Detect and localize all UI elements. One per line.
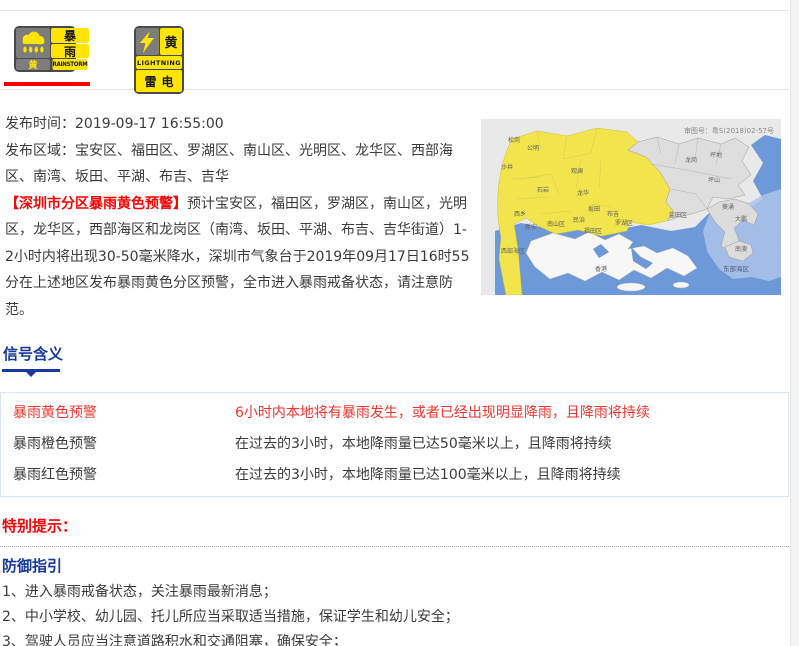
map-label: 松岗	[508, 136, 520, 144]
signal-description: 在过去的3小时，本地降雨量已达50毫米以上，且降雨将持续	[235, 431, 788, 458]
map-label: 大鹏	[735, 215, 747, 223]
map-label: 坪地	[710, 151, 722, 159]
map-label: 民治	[573, 216, 585, 224]
map-label: 沙井	[501, 163, 513, 171]
title-pointer-triangle	[26, 372, 36, 377]
signal-name: 暴雨红色预警	[1, 462, 235, 489]
warning-detail: 【深圳市分区暴雨黄色预警】预计宝安区，福田区，罗湖区，南山区，光明区，龙华区，西…	[5, 191, 471, 324]
special-note-title: 特别提示：	[2, 515, 789, 536]
lightning-level-label: 黄	[160, 28, 182, 55]
map-label: 罗湖区	[615, 219, 633, 227]
main-content: 暴 雨 黄 RAINSTORM 黄 LIGHTNING 雷电	[0, 10, 789, 646]
warning-area-map: 松岗 公明 沙井 石岩 观澜 龙华 坂田 民治 布吉 西乡 新安 南山区 福田区…	[481, 119, 781, 295]
dotted-divider	[0, 546, 789, 547]
map-label: 坪山	[708, 176, 720, 184]
map-label: 布吉	[607, 210, 619, 218]
rainstorm-char-2: 雨	[51, 44, 89, 58]
lightning-yellow-warning-icon: 黄 LIGHTNING 雷电	[134, 26, 184, 94]
map-label: 福田区	[584, 227, 602, 235]
vertical-scrollbar[interactable]	[790, 0, 799, 646]
list-item: 1、进入暴雨戒备状态，关注暴雨最新消息；	[2, 580, 789, 605]
lightning-en-label: LIGHTNING	[136, 56, 182, 69]
map-approval-number: 审图号：粤S(2018)02-57号	[684, 126, 774, 135]
warning-tabs: 暴 雨 黄 RAINSTORM 黄 LIGHTNING 雷电	[0, 11, 789, 89]
map-label: 盐田区	[669, 211, 687, 219]
signal-meaning-title: 信号含义	[3, 343, 789, 364]
defense-guide-title: 防御指引	[2, 555, 789, 576]
map-label: 西乡	[514, 211, 526, 218]
tab-lightning-warning[interactable]: 黄 LIGHTNING 雷电	[134, 26, 184, 94]
map-label: 龙华	[577, 189, 589, 197]
tab-rainstorm-warning[interactable]: 暴 雨 黄 RAINSTORM	[14, 26, 90, 86]
lightning-bolt-icon	[136, 28, 159, 55]
list-item: 3、驾驶人员应当注意道路积水和交通阻塞，确保安全；	[2, 630, 789, 646]
map-label: 香港	[595, 265, 607, 273]
map-island	[673, 282, 689, 288]
map-label: 东部海区	[723, 264, 750, 273]
table-row: 暴雨黄色预警 6小时内本地将有暴雨发生，或者已经出现明显降雨，且降雨将持续	[1, 398, 788, 429]
warning-intro: 发布时间：2019-09-17 16:55:00 发布区域：宝安区、福田区、罗湖…	[5, 111, 781, 323]
rain-cloud-icon	[16, 28, 50, 58]
signal-name: 暴雨橙色预警	[1, 431, 235, 458]
publish-area: 发布区域：宝安区、福田区、罗湖区、南山区、光明区、龙华区、西部海区、南湾、坂田、…	[5, 138, 471, 191]
map-label: 西部海区	[501, 247, 525, 255]
signal-description: 在过去的3小时，本地降雨量已达100毫米以上，且降雨将持续	[235, 462, 788, 489]
defense-guide-list: 1、进入暴雨戒备状态，关注暴雨最新消息； 2、中小学校、幼儿园、托儿所应当采取适…	[2, 580, 789, 646]
signal-description: 6小时内本地将有暴雨发生，或者已经出现明显降雨，且降雨将持续	[235, 400, 788, 427]
map-label: 葵涌	[722, 203, 734, 211]
map-label: 石岩	[537, 186, 549, 194]
publish-time: 发布时间：2019-09-17 16:55:00	[5, 111, 471, 138]
rainstorm-yellow-warning-icon: 暴 雨 黄 RAINSTORM	[14, 26, 76, 72]
lightning-cn-label: 雷电	[136, 70, 182, 92]
map-label: 公明	[527, 145, 539, 152]
warning-headline: 【深圳市分区暴雨黄色预警】	[5, 196, 187, 212]
weather-warning-page: 暴 雨 黄 RAINSTORM 黄 LIGHTNING 雷电	[0, 0, 799, 646]
map-label: 新安	[525, 223, 537, 231]
map-island	[617, 283, 645, 291]
map-label: 南澳	[735, 245, 747, 253]
header-divider	[0, 89, 789, 90]
table-row: 暴雨红色预警 在过去的3小时，本地降雨量已达100毫米以上，且降雨将持续	[1, 460, 788, 491]
list-item: 2、中小学校、幼儿园、托儿所应当采取适当措施，保证学生和幼儿安全；	[2, 605, 789, 630]
signal-meaning-table: 暴雨黄色预警 6小时内本地将有暴雨发生，或者已经出现明显降雨，且降雨将持续 暴雨…	[0, 392, 789, 497]
map-label: 龙岗	[685, 156, 697, 164]
table-row: 暴雨橙色预警 在过去的3小时，本地降雨量已达50毫米以上，且降雨将持续	[1, 429, 788, 460]
signal-name: 暴雨黄色预警	[1, 400, 235, 427]
rainstorm-en-label: RAINSTORM	[53, 59, 88, 70]
rainstorm-char-1: 暴	[51, 28, 89, 43]
map-label: 坂田	[588, 205, 600, 213]
warning-body-text: 预计宝安区，福田区，罗湖区，南山区，光明区，龙华区，西部海区和龙岗区（南湾、坂田…	[5, 196, 469, 318]
map-label: 观澜	[571, 167, 583, 175]
active-tab-indicator	[4, 82, 90, 86]
warning-text-block: 发布时间：2019-09-17 16:55:00 发布区域：宝安区、福田区、罗湖…	[5, 111, 471, 323]
map-label: 南山区	[547, 220, 565, 228]
rainstorm-level-label: 黄	[16, 59, 50, 70]
